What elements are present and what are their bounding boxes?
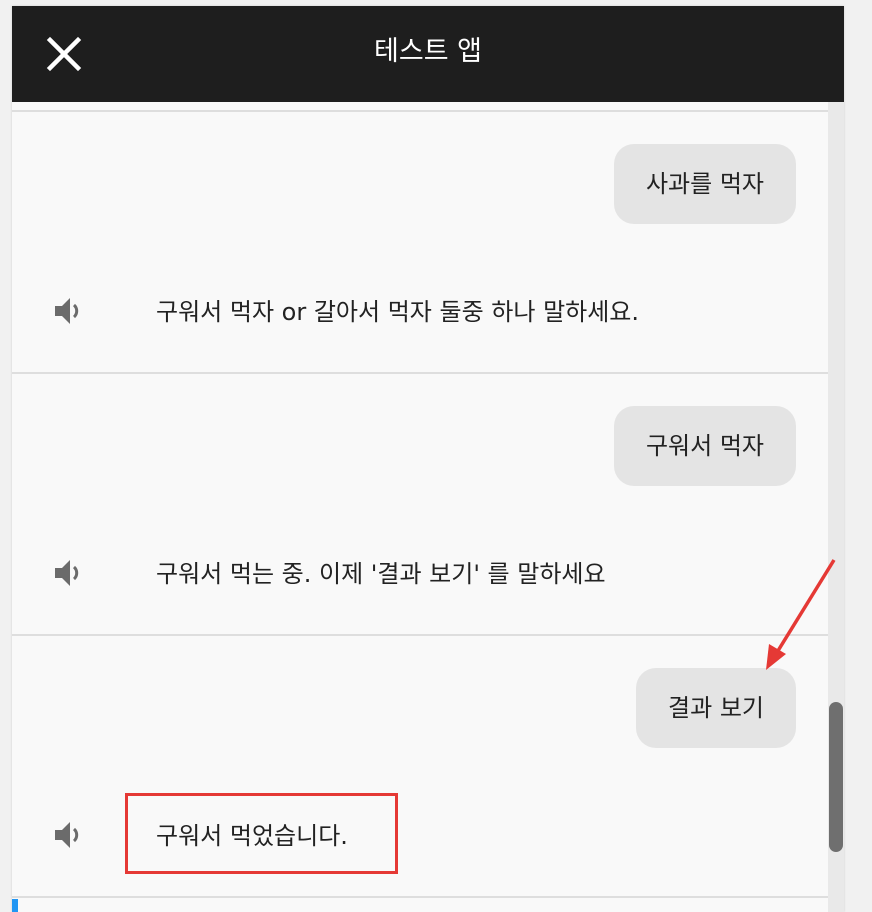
chat-turn: 사과를 먹자 구워서 먹자 or 갈아서 먹자 둘중 하나 말하세요. xyxy=(12,110,828,373)
chat-turn xyxy=(12,896,828,912)
speaker-button[interactable] xyxy=(52,294,86,328)
user-message-bubble[interactable]: 구워서 먹자 xyxy=(613,406,796,486)
assistant-response-text: 구워서 먹자 or 갈아서 먹자 둘중 하나 말하세요. xyxy=(156,298,640,326)
assistant-response-text: 구워서 먹는 중. 이제 '결과 보기' 를 말하세요 xyxy=(156,560,606,588)
annotation-arrow-icon xyxy=(766,559,836,670)
speaker-icon xyxy=(55,298,79,324)
speaker-icon xyxy=(55,560,79,586)
annotation-highlight-box xyxy=(125,793,398,874)
user-message-bubble[interactable]: 사과를 먹자 xyxy=(613,144,796,224)
chat-list[interactable]: 사과를 먹자 구워서 먹자 or 갈아서 먹자 둘중 하나 말하세요. 구워서 … xyxy=(12,102,828,912)
user-message-bubble[interactable]: 결과 보기 xyxy=(636,668,796,748)
app-window: 테스트 앱 사과를 먹자 구워서 먹자 or 갈아서 먹자 둘중 하나 말하세요… xyxy=(12,6,844,912)
chat-turn: 구워서 먹자 구워서 먹는 중. 이제 '결과 보기' 를 말하세요 xyxy=(12,372,828,635)
speaker-icon xyxy=(55,822,79,848)
app-title: 테스트 앱 xyxy=(374,36,482,67)
speaker-button[interactable] xyxy=(52,818,86,852)
scrollbar-thumb[interactable] xyxy=(829,702,843,852)
focus-accent xyxy=(12,899,18,912)
speaker-button[interactable] xyxy=(52,556,86,590)
top-bar: 테스트 앱 xyxy=(12,6,844,102)
